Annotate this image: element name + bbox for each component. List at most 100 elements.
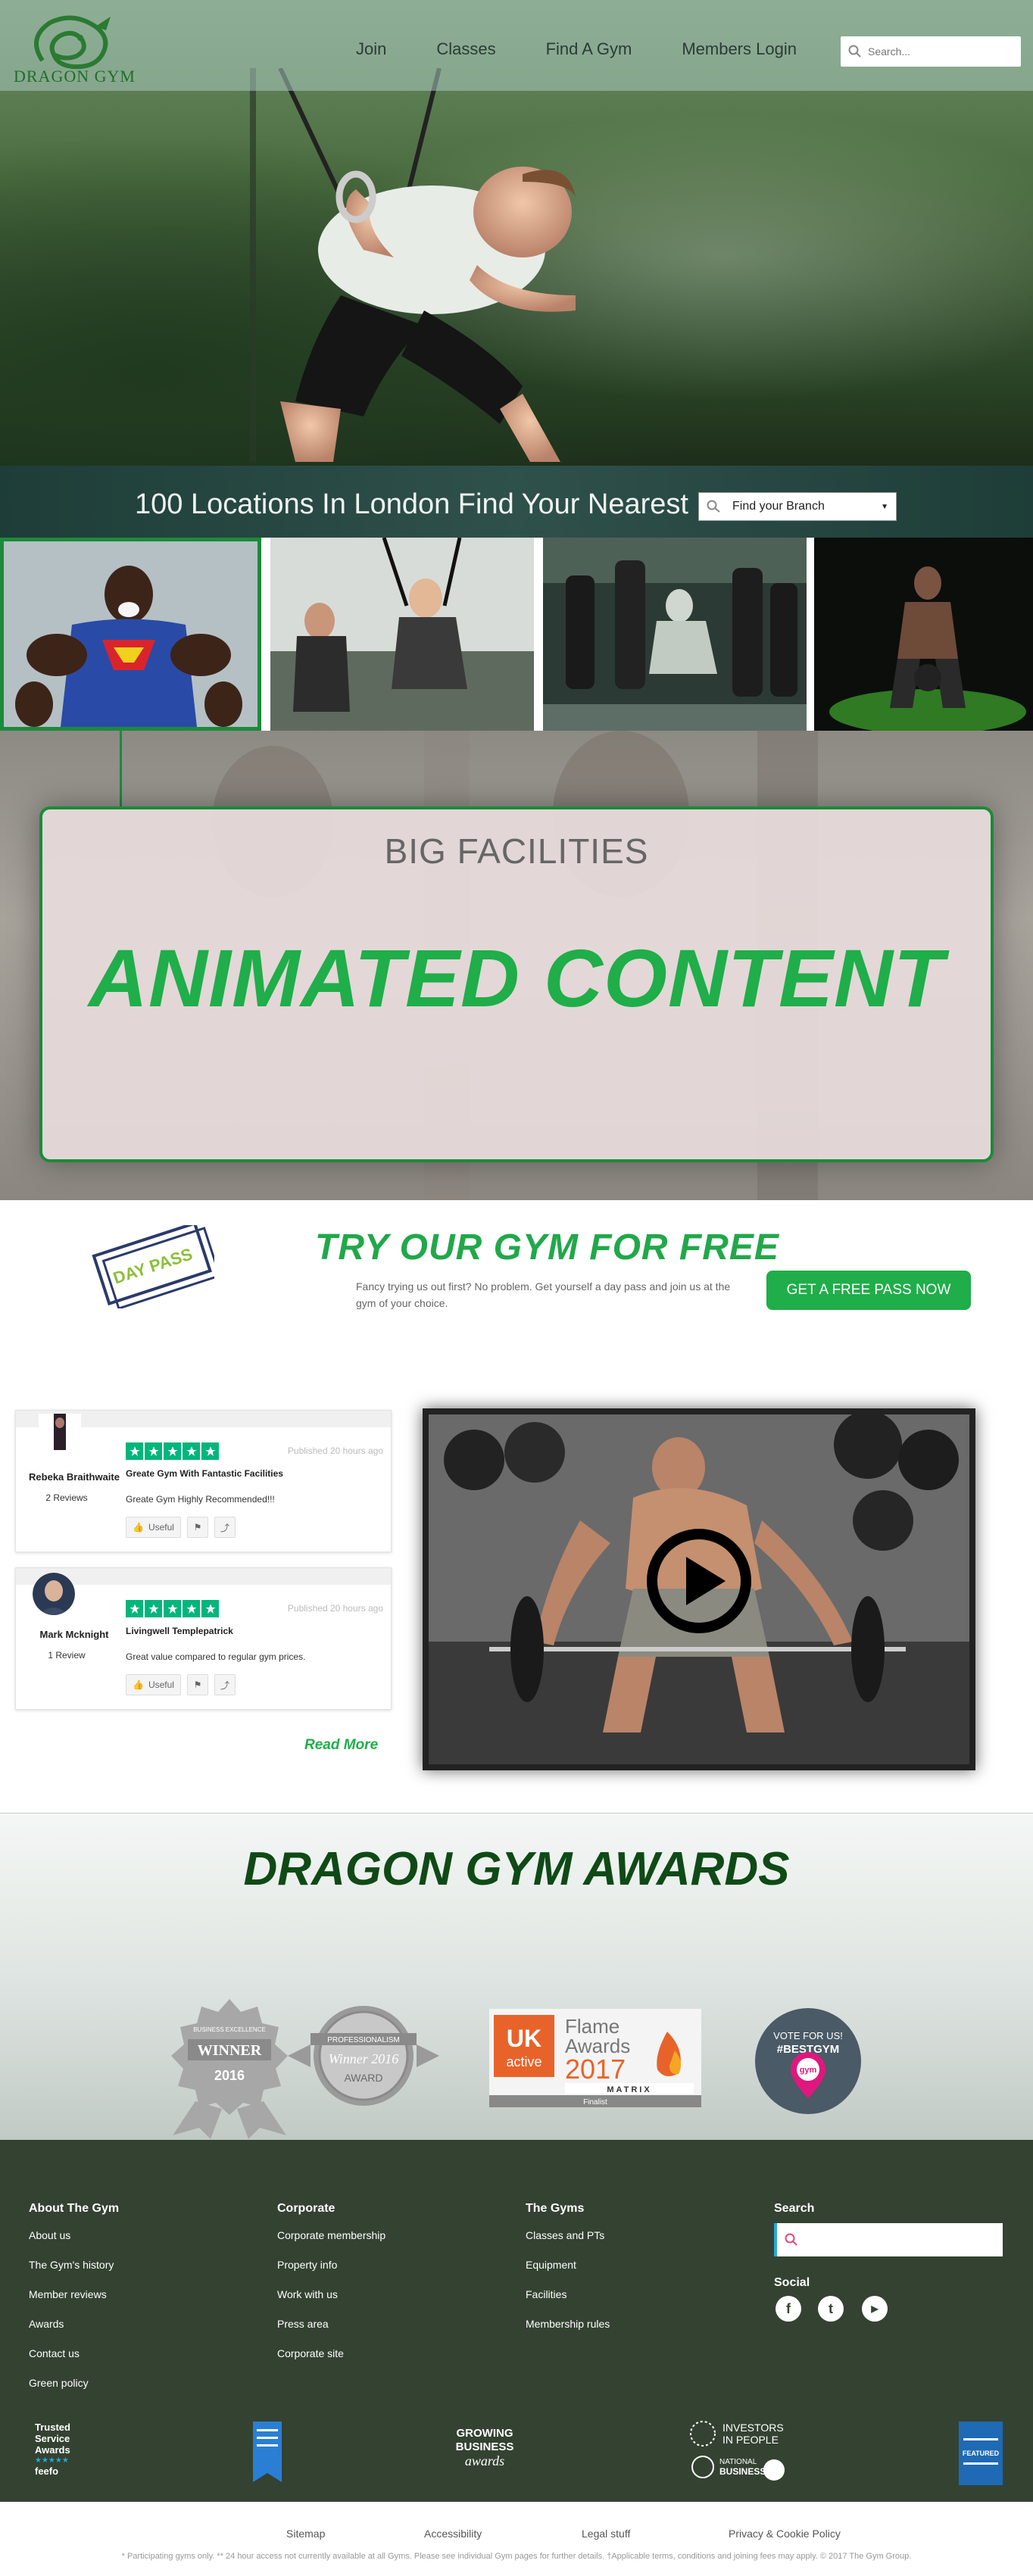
star-icon <box>126 1442 143 1460</box>
youtube-icon[interactable]: ▶ <box>862 2296 888 2322</box>
badge-investors: INVESTORS <box>722 2422 784 2434</box>
badge-business: BUSINESS <box>456 2440 514 2453</box>
photo-kettlebell[interactable] <box>814 538 1033 731</box>
useful-label: Useful <box>148 1522 174 1533</box>
day-pass-section: DAY PASS TRY OUR GYM FOR FREE Fancy tryi… <box>0 1202 1033 1354</box>
nav-find-a-gym[interactable]: Find A Gym <box>546 39 632 59</box>
photo-superman-athlete[interactable] <box>0 538 261 731</box>
search-icon <box>785 2233 797 2246</box>
top-navbar: DRAGON GYM Join Classes Find A Gym Membe… <box>0 0 1033 91</box>
footer-link[interactable]: Awards <box>29 2318 119 2330</box>
footer-link[interactable]: Classes and PTs <box>526 2229 610 2241</box>
footer-link[interactable]: Membership rules <box>526 2318 610 2330</box>
nav-members-login[interactable]: Members Login <box>682 39 797 59</box>
footer-link[interactable]: Contact us <box>29 2347 119 2359</box>
share-icon: ⤴ <box>220 1522 229 1533</box>
photo-boxing-gym[interactable] <box>543 538 807 731</box>
legal-link[interactable]: Legal stuff <box>582 2528 630 2540</box>
facebook-icon[interactable]: f <box>776 2296 801 2322</box>
footer-heading: The Gyms <box>526 2202 585 2215</box>
award-prof-top: PROFESSIONALISM <box>327 2036 400 2044</box>
share-button[interactable]: ⤴ <box>214 1517 236 1538</box>
nav-join[interactable]: Join <box>356 39 386 59</box>
footer-link[interactable]: Corporate site <box>277 2347 385 2359</box>
award-ukactive-flame-badge: UK active Flame Awards 2017 MATRIX Final… <box>489 2009 701 2107</box>
branch-select[interactable]: Find your Branch ▼ <box>698 492 897 521</box>
footer-search <box>774 2223 1003 2256</box>
photo-trx-training[interactable] <box>270 538 534 731</box>
day-pass-ticket-icon: DAY PASS <box>92 1225 214 1308</box>
review-body: Greate Gym Highly Recommended!!! <box>126 1494 275 1505</box>
star-icon <box>183 1442 200 1460</box>
review-body: Great value compared to regular gym pric… <box>126 1651 306 1662</box>
footer-link[interactable]: About us <box>29 2229 119 2241</box>
flag-icon: ⚑ <box>193 1679 202 1690</box>
thumbs-up-icon: 👍 <box>133 1522 144 1533</box>
review-actions: 👍 Useful ⚑ ⤴ <box>126 1517 236 1538</box>
award-uk-text: UK <box>507 2025 541 2052</box>
footer-search-input[interactable] <box>804 2234 1001 2246</box>
video-thumbnail <box>429 1414 969 1764</box>
bottom-bar: Sitemap Accessibility Legal stuff Privac… <box>0 2502 1033 2576</box>
star-icon <box>201 1442 219 1460</box>
footer-link[interactable]: Member reviews <box>29 2288 119 2300</box>
footer-link[interactable]: Green policy <box>29 2377 119 2389</box>
footer-link[interactable]: Corporate membership <box>277 2229 385 2241</box>
footer-link[interactable]: Facilities <box>526 2288 610 2300</box>
search-input[interactable] <box>868 45 1012 58</box>
footer-social-label: Social <box>774 2276 810 2289</box>
feefo-trusted-badge[interactable]: Trusted Service Awards ★★★★★ feefo <box>33 2420 86 2488</box>
branch-select-value: Find your Branch <box>732 500 825 513</box>
vote-line1: VOTE FOR US! <box>773 2030 843 2041</box>
accessibility-link[interactable]: Accessibility <box>424 2528 482 2540</box>
flag-button[interactable]: ⚑ <box>186 1517 208 1538</box>
review-title[interactable]: Greate Gym With Fantastic Facilities <box>126 1468 283 1479</box>
footer-link[interactable]: Equipment <box>526 2259 610 2271</box>
animated-content-text: ANIMATED CONTENT <box>89 932 944 1024</box>
awards-title: DRAGON GYM AWARDS <box>243 1843 790 1895</box>
award-vote-bestgym-badge[interactable]: VOTE FOR US! #BESTGYM gym <box>754 2007 862 2115</box>
page: DRAGON GYM Join Classes Find A Gym Membe… <box>0 0 1033 2576</box>
try-gym-text: Fancy trying us out first? No problem. G… <box>356 1280 731 1309</box>
privacy-link[interactable]: Privacy & Cookie Policy <box>729 2528 841 2540</box>
review-published: Published 20 hours ago <box>287 1603 383 1614</box>
sitemap-link[interactable]: Sitemap <box>286 2528 325 2540</box>
flag-button[interactable]: ⚑ <box>186 1674 208 1695</box>
star-icon <box>145 1600 162 1617</box>
useful-button[interactable]: 👍 Useful <box>126 1674 181 1695</box>
footer: About The Gym About us The Gym's history… <box>0 2140 1033 2502</box>
review-title[interactable]: Livingwell Templepatrick <box>126 1626 233 1636</box>
reviewer-name[interactable]: Mark Mcknight <box>25 1629 123 1640</box>
avatar <box>33 1573 75 1615</box>
review-card: Mark Mcknight 1 Review Published 20 hour… <box>15 1567 392 1710</box>
locations-title: 100 Locations In London Find Your Neares… <box>135 488 688 520</box>
footer-link[interactable]: The Gym's history <box>29 2259 119 2271</box>
try-gym-title: TRY OUR GYM FOR FREE <box>315 1227 779 1268</box>
twitter-icon[interactable]: t <box>818 2296 844 2322</box>
badge-featured: FEATURED <box>963 2450 1000 2457</box>
award-year-text: 2017 <box>565 2054 626 2085</box>
logo-wordmark[interactable]: DRAGON GYM <box>14 67 136 86</box>
video-player[interactable] <box>423 1408 975 1770</box>
footer-link[interactable]: Work with us <box>277 2288 385 2300</box>
hero-athlete-image <box>250 68 576 462</box>
star-icon <box>145 1442 162 1460</box>
nav-classes[interactable]: Classes <box>436 39 495 59</box>
free-pass-button[interactable]: GET A FREE PASS NOW <box>766 1271 971 1310</box>
footer-col-corporate: Corporate Corporate membership Property … <box>277 2202 385 2377</box>
footer-link[interactable]: Property info <box>277 2259 385 2271</box>
useful-button[interactable]: 👍 Useful <box>126 1517 181 1538</box>
read-more-link[interactable]: Read More <box>304 1737 378 1754</box>
review-published: Published 20 hours ago <box>287 1445 383 1456</box>
svg-text:★★★★★: ★★★★★ <box>35 2456 69 2465</box>
star-icon <box>164 1442 181 1460</box>
reviewer-name[interactable]: Rebeka Braithwaite <box>25 1471 123 1483</box>
review-topband <box>16 1568 391 1585</box>
share-button[interactable]: ⤴ <box>214 1674 236 1695</box>
award-prof-script: Winner 2016 <box>329 2051 399 2066</box>
footer-link[interactable]: Press area <box>277 2318 385 2330</box>
star-rating <box>126 1600 219 1617</box>
reviewer-count: 2 Reviews <box>45 1492 88 1503</box>
star-icon <box>183 1600 200 1617</box>
footer-col-gyms: The Gyms Classes and PTs Equipment Facil… <box>526 2202 610 2347</box>
